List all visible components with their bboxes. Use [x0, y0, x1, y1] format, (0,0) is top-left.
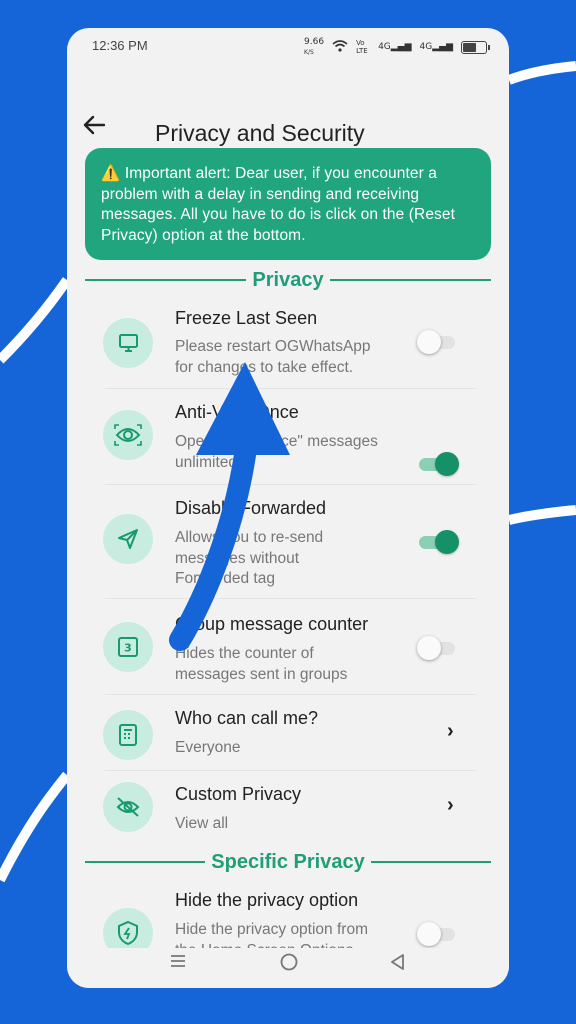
setting-title: Anti-View Once	[175, 402, 299, 422]
section-privacy-label: Privacy	[252, 268, 324, 291]
alert-text: Important alert: Dear user, if you encou…	[101, 165, 456, 244]
network-speed: 9.66 K/S	[304, 37, 325, 56]
setting-group-message-counter[interactable]: 3 Group message counter Hides the counte…	[103, 602, 479, 694]
setting-subtitle: Hides the counter of messages sent in gro…	[175, 645, 348, 683]
divider	[105, 388, 477, 389]
status-time: 12:36 PM	[92, 38, 148, 53]
battery-icon	[461, 40, 490, 54]
setting-title: Hide the privacy option	[175, 890, 359, 910]
monitor-icon	[103, 318, 153, 368]
counter-icon: 3	[103, 622, 153, 672]
freeze-last-seen-toggle[interactable]	[417, 328, 459, 356]
setting-subtitle: Please restart OGWhatsApp for changes to …	[175, 338, 371, 376]
phone-icon	[103, 710, 153, 760]
recents-menu-icon[interactable]	[169, 952, 187, 976]
important-alert-banner: ⚠️ Important alert: Dear user, if you en…	[85, 148, 491, 260]
anti-view-once-toggle[interactable]	[419, 450, 459, 478]
setting-custom-privacy[interactable]: Custom Privacy View all ›	[103, 774, 479, 846]
svg-text:3: 3	[124, 642, 132, 655]
setting-freeze-last-seen[interactable]: Freeze Last Seen Please restart OGWhatsA…	[103, 298, 479, 390]
setting-title: Who can call me?	[175, 708, 319, 728]
chevron-right-icon[interactable]: ›	[447, 794, 454, 817]
section-privacy-header: Privacy	[85, 268, 492, 292]
status-bar: 12:36 PM 9.66K/S Vo LTE 4G▂▄▆ 4G▂▄▆ 82	[67, 28, 509, 62]
chevron-right-icon[interactable]: ›	[447, 720, 454, 743]
signal-icon-2: 4G▂▄▆	[419, 42, 453, 52]
back-arrow-icon[interactable]	[83, 114, 106, 142]
signal-icon-1: 4G▂▄▆	[378, 42, 412, 52]
wifi-icon	[332, 39, 348, 55]
setting-subtitle: Open "View Once" messages unlimited	[175, 433, 378, 471]
volte-label: Vo LTE	[356, 39, 368, 55]
setting-subtitle: Allows you to re-send messages without For…	[175, 529, 324, 587]
eye-icon	[103, 410, 153, 460]
disable-forwarded-toggle[interactable]	[419, 528, 459, 556]
setting-title: Freeze Last Seen	[175, 308, 318, 328]
setting-value: View all	[175, 815, 229, 832]
setting-value: Everyone	[175, 739, 241, 756]
send-icon	[103, 514, 153, 564]
system-nav-bar	[67, 948, 509, 988]
section-specific-privacy-label: Specific Privacy	[211, 850, 365, 873]
eye-off-icon	[103, 782, 153, 832]
home-icon[interactable]	[279, 952, 299, 978]
divider	[105, 694, 477, 695]
divider	[105, 770, 477, 771]
phone-screen: 12:36 PM 9.66K/S Vo LTE 4G▂▄▆ 4G▂▄▆ 82 P…	[67, 28, 509, 988]
section-specific-privacy-header: Specific Privacy	[85, 850, 491, 874]
setting-anti-view-once[interactable]: Anti-View Once Open "View Once" messages…	[103, 392, 479, 484]
warning-icon: ⚠️	[101, 165, 121, 182]
setting-disable-forwarded[interactable]: Disable Forwarded Allows you to re-send m…	[103, 488, 479, 598]
app-header: Privacy and Security	[67, 62, 509, 146]
divider	[105, 484, 477, 485]
back-triangle-icon[interactable]	[389, 952, 407, 978]
setting-who-can-call-me[interactable]: Who can call me? Everyone ›	[103, 698, 479, 770]
group-message-counter-toggle[interactable]	[417, 634, 459, 662]
status-icons: 9.66K/S Vo LTE 4G▂▄▆ 4G▂▄▆ 82	[304, 37, 490, 57]
setting-title: Group message counter	[175, 614, 369, 634]
divider	[105, 598, 477, 599]
page-title: Privacy and Security	[155, 120, 365, 146]
hide-privacy-option-toggle[interactable]	[417, 920, 459, 948]
setting-title: Disable Forwarded	[175, 498, 327, 518]
setting-title: Custom Privacy	[175, 784, 302, 804]
